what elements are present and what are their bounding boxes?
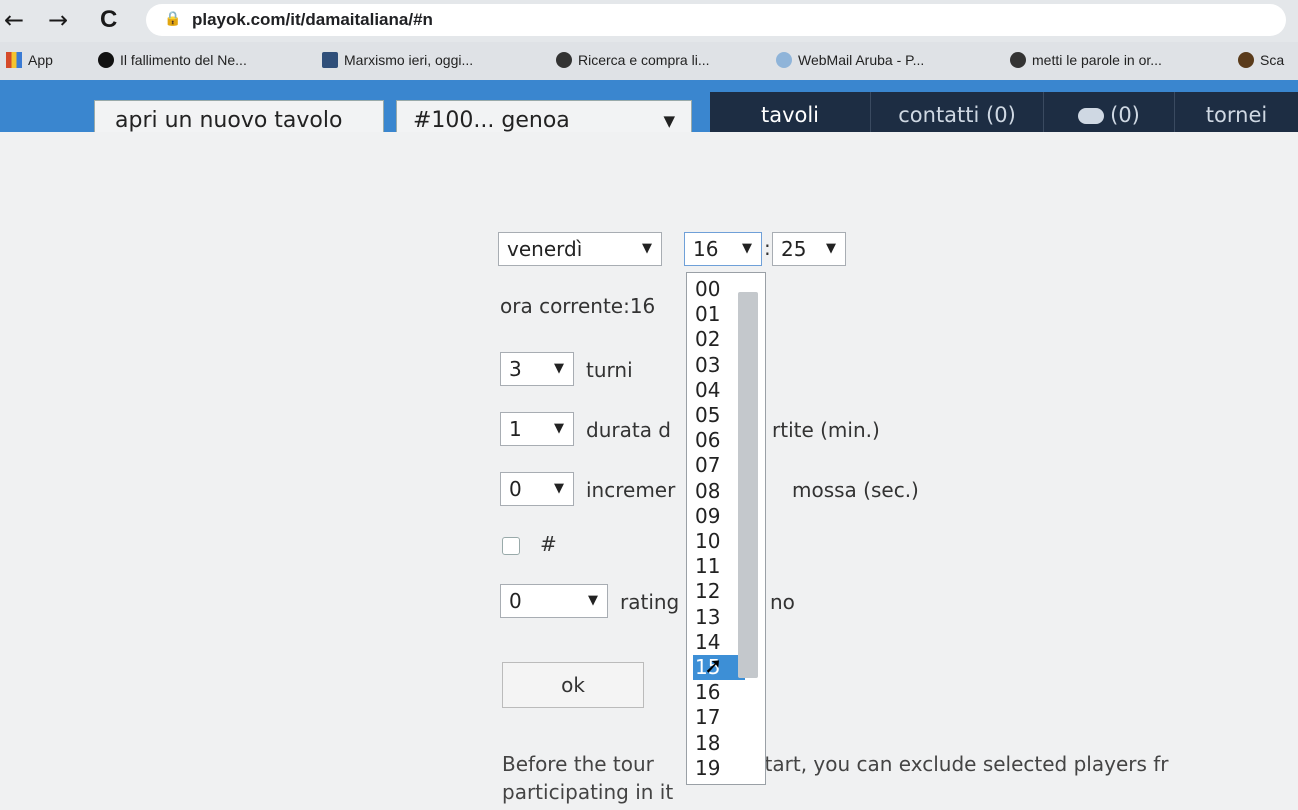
chevron-down-icon: ▼ [554, 421, 564, 436]
chevron-down-icon: ▼ [642, 241, 652, 256]
hash-checkbox[interactable] [502, 537, 520, 555]
back-icon[interactable]: ← [4, 6, 24, 34]
hour-option[interactable]: 18 [693, 731, 745, 756]
ok-button[interactable]: ok [502, 662, 644, 708]
rating-label-start: rating [620, 590, 680, 614]
day-select[interactable]: venerdì ▼ [498, 232, 662, 266]
increment-label-start: incremer [586, 478, 676, 502]
url-text: playok.com/it/damaitaliana/#n [192, 10, 433, 29]
bookmark-item[interactable]: metti le parole in or... [1010, 52, 1162, 68]
globe-icon [556, 52, 572, 68]
scrollbar-thumb[interactable] [738, 292, 758, 678]
bookmark-apps[interactable]: App [6, 52, 53, 68]
increment-value: 0 [509, 477, 522, 501]
bookmark-item[interactable]: Il fallimento del Ne... [98, 52, 247, 68]
note-text-end: t start, you can exclude selected player… [739, 752, 1169, 776]
note-text-line2: participating in it [502, 780, 674, 804]
person-icon [1238, 52, 1254, 68]
room-select-value: #100... genoa [413, 108, 570, 133]
lock-icon: 🔒 [164, 11, 182, 27]
hour-option[interactable]: 17 [693, 705, 745, 730]
rounds-select[interactable]: 3 ▼ [500, 352, 574, 386]
chevron-down-icon: ▼ [554, 361, 564, 376]
duration-label-end: rtite (min.) [772, 418, 880, 442]
mouse-cursor-icon: ➚ [704, 654, 723, 679]
bookmark-item[interactable]: Ricerca e compra li... [556, 52, 709, 68]
apps-grid-icon [6, 52, 22, 68]
day-select-value: venerdì [507, 237, 583, 261]
rating-select[interactable]: 0 ▼ [500, 584, 608, 618]
chevron-down-icon: ▼ [826, 241, 836, 256]
rating-value: 0 [509, 589, 522, 613]
site-favicon-icon [98, 52, 114, 68]
rounds-label: turni [586, 358, 633, 382]
chevron-down-icon: ▼ [554, 481, 564, 496]
minute-select[interactable]: 25 ▼ [772, 232, 846, 266]
globe-icon [1010, 52, 1026, 68]
chevron-down-icon: ▼ [588, 593, 598, 608]
forward-icon[interactable]: → [48, 6, 68, 34]
duration-select[interactable]: 1 ▼ [500, 412, 574, 446]
reload-icon[interactable]: C [100, 6, 117, 34]
minute-select-value: 25 [781, 237, 807, 261]
current-time-label: ora corrente:16 [500, 294, 656, 318]
rating-label-end: no [770, 590, 795, 614]
exclude-players-note: Before the tour t start, you can exclude … [502, 750, 1282, 806]
chat-bubble-icon [1078, 108, 1105, 124]
bookmark-item[interactable]: Marxismo ieri, oggi... [322, 52, 473, 68]
hash-label: # [540, 532, 557, 556]
bookmark-item[interactable]: WebMail Aruba - P... [776, 52, 924, 68]
increment-select[interactable]: 0 ▼ [500, 472, 574, 506]
hour-select[interactable]: 16 ▼ [684, 232, 762, 266]
increment-label-end: mossa (sec.) [792, 478, 919, 502]
address-bar[interactable]: 🔒 playok.com/it/damaitaliana/#n [146, 4, 1286, 36]
duration-value: 1 [509, 417, 522, 441]
browser-toolbar: ← → C 🔒 playok.com/it/damaitaliana/#n [0, 0, 1298, 42]
mail-icon [776, 52, 792, 68]
rounds-value: 3 [509, 357, 522, 381]
hour-option[interactable]: 19 [693, 756, 745, 781]
bookmarks-bar: App Il fallimento del Ne... Marxismo ier… [0, 42, 1298, 81]
chevron-down-icon: ▼ [742, 241, 752, 256]
bookmark-item[interactable]: Sca [1238, 52, 1284, 68]
hour-select-value: 16 [693, 237, 719, 261]
note-text-start: Before the tour [502, 752, 654, 776]
site-favicon-icon [322, 52, 338, 68]
duration-label-start: durata d [586, 418, 671, 442]
time-colon: : [764, 236, 771, 260]
hour-option[interactable]: 16 [693, 680, 745, 705]
